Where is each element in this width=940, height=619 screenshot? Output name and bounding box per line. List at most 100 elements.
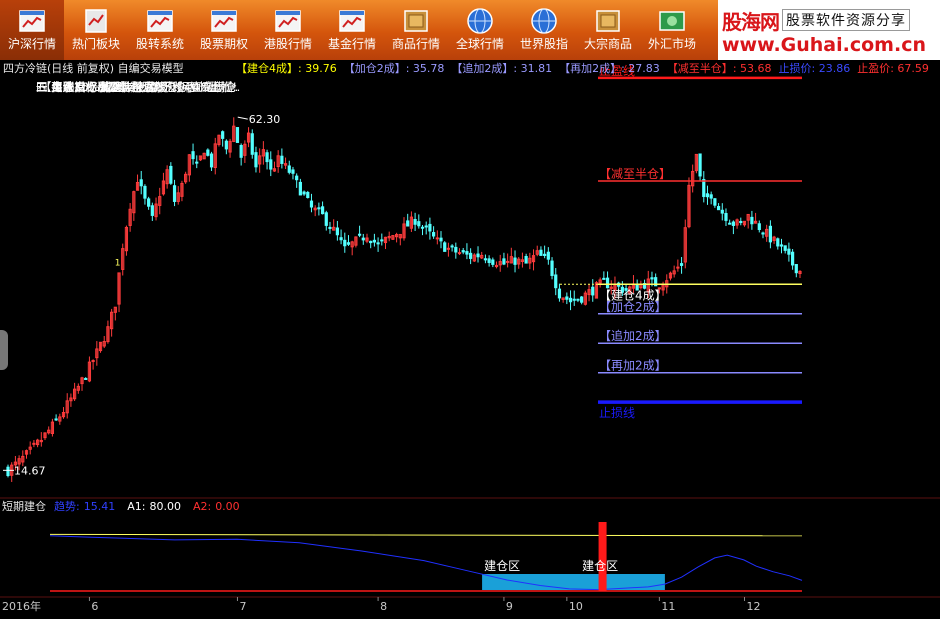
candle-body <box>446 247 451 250</box>
sub-item-label: A1: <box>127 500 146 513</box>
indicator-label: 【减至半仓】 <box>666 62 733 75</box>
x-axis-year: 2016年 <box>2 599 41 613</box>
candle-body <box>539 249 543 256</box>
toolbar-button-6[interactable]: 商品行情 <box>384 0 448 60</box>
sub-item-value: 15.41 <box>83 500 116 513</box>
candle-body <box>790 251 795 266</box>
candle-body <box>54 418 58 421</box>
candle-body <box>250 133 254 155</box>
candle-body <box>206 149 210 156</box>
candle-body <box>728 222 732 225</box>
x-axis-tick-label: 6 <box>91 600 98 613</box>
globe-icon <box>467 8 493 34</box>
sub-item-value: 80.00 <box>149 500 181 513</box>
candle-body <box>779 244 784 247</box>
candle-body <box>461 250 465 253</box>
candle-body <box>676 266 680 269</box>
candle-body <box>465 251 469 255</box>
sidebar-toggle-handle[interactable] <box>0 330 8 370</box>
toolbar-button-10[interactable]: 外汇市场 <box>640 0 704 60</box>
candle-body <box>346 242 351 245</box>
candle-body <box>476 253 480 258</box>
x-axis-tick-label: 7 <box>239 600 246 613</box>
toolbar-button-label: 外汇市场 <box>647 37 696 51</box>
candle-body <box>739 220 743 224</box>
brand-banner[interactable]: 股海网 股票软件资源分享 www.Guhai.com.cn <box>718 0 940 60</box>
indicator-value: : 35.78 <box>405 62 445 75</box>
toolbar-button-label: 热门板块 <box>71 37 120 51</box>
level-label: 【减至半仓】 <box>599 167 671 181</box>
candle-body <box>221 131 225 139</box>
chart-window-icon <box>211 10 237 32</box>
candle-body <box>298 181 302 196</box>
toolbar-button-0[interactable]: 沪深行情 <box>0 0 64 60</box>
candle-body <box>91 360 95 363</box>
candle-body <box>731 221 735 226</box>
toolbar-button-label: 全球行情 <box>455 37 504 51</box>
candle-body <box>291 169 295 174</box>
candle-body <box>254 152 258 168</box>
toolbar-button-5[interactable]: 基金行情 <box>320 0 384 60</box>
indicator-value: : 67.59 <box>890 62 929 75</box>
candle-body <box>487 258 491 263</box>
toolbar-button-2[interactable]: 股转系统 <box>128 0 192 60</box>
high-value-label: 62.30 <box>249 113 281 126</box>
price-chart[interactable]: 止盈线【减至半仓】【建仓4成】【加仓2成】【追加2成】【再加2成】止损线 62.… <box>0 60 940 619</box>
candle-body <box>287 165 291 173</box>
chart-title: 四方冷链(日线 前复权) 自编交易模型 <box>3 62 184 75</box>
candle-body <box>306 191 310 198</box>
candle-body <box>428 223 432 232</box>
sub-item-value: 0.00 <box>215 500 240 513</box>
box-icon <box>596 10 620 32</box>
candle-body <box>195 161 199 164</box>
candle-body <box>576 298 580 301</box>
candle-body <box>450 245 454 248</box>
candle-body <box>432 232 436 237</box>
candle-body <box>702 179 706 197</box>
brand-url[interactable]: www.Guhai.com.cn <box>722 34 926 56</box>
indicator-label: 【加仓2成】 <box>343 62 406 75</box>
candle-body <box>280 155 284 164</box>
sub-item-label: A2: <box>192 500 212 513</box>
candle-body <box>524 255 528 264</box>
candle-body <box>369 240 373 244</box>
x-axis-tick-label: 9 <box>506 600 513 613</box>
toolbar-button-1[interactable]: 热门板块 <box>64 0 128 60</box>
candle-body <box>650 277 654 280</box>
zone-label: 建仓区 <box>582 559 618 573</box>
candle-body <box>339 237 343 241</box>
indicator-value: : 23.86 <box>811 62 851 75</box>
candle-body <box>302 191 306 195</box>
candle-body <box>169 165 173 184</box>
toolbar-button-label: 港股行情 <box>263 37 312 51</box>
candle-body <box>147 198 151 207</box>
toolbar-button-3[interactable]: 股票期权 <box>192 0 256 60</box>
x-axis-tick-label: 11 <box>661 600 675 613</box>
toolbar-button-label: 沪深行情 <box>7 37 56 51</box>
sub-item-label: 趋势: <box>54 500 80 513</box>
candle-body <box>502 258 506 265</box>
toolbar-button-8[interactable]: 世界股指 <box>512 0 576 60</box>
level-label: 止损线 <box>599 406 635 420</box>
low-value-label: 14.67 <box>14 464 46 477</box>
candle-body <box>602 277 606 280</box>
candle-body <box>265 152 269 163</box>
indicator-label: 止损价 <box>778 62 812 75</box>
toolbar-button-4[interactable]: 港股行情 <box>256 0 320 60</box>
candle-body <box>565 296 569 300</box>
toolbar-button-9[interactable]: 大宗商品 <box>576 0 640 60</box>
candle-body <box>550 260 554 276</box>
candle-body <box>787 248 791 255</box>
candle-body <box>32 442 36 445</box>
candle-body <box>543 253 547 256</box>
level-label: 【加仓2成】 <box>599 300 667 314</box>
x-axis-tick-label: 12 <box>746 600 760 613</box>
candle-body <box>406 220 410 227</box>
candle-body <box>335 227 339 236</box>
toolbar-button-7[interactable]: 全球行情 <box>448 0 512 60</box>
signal-marker: 1 <box>115 258 121 268</box>
candle-body <box>761 232 765 235</box>
candle-body <box>698 153 702 177</box>
sub-panel-name: 短期建仓 <box>2 500 46 513</box>
candle-body <box>454 246 458 253</box>
